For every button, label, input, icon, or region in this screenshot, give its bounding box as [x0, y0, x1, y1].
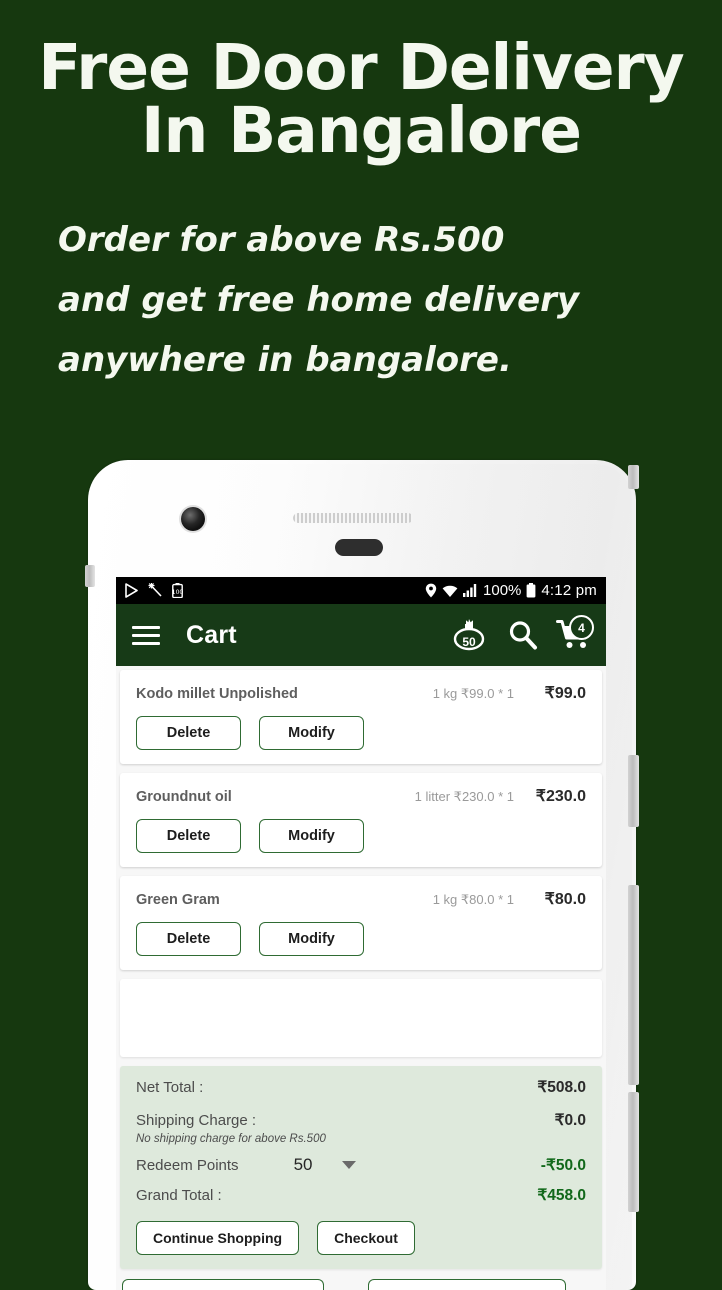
bottom-partial-buttons: [120, 1279, 602, 1290]
promo-subtitle: Order for above Rs.500 and get free home…: [58, 220, 580, 380]
promo-banner: Free Door Delivery In Bangalore Order fo…: [0, 0, 722, 440]
shipping-charge-row: Shipping Charge : ₹0.0: [136, 1111, 586, 1130]
phone-right-lower-button[interactable]: [628, 1092, 639, 1212]
cart-item-name: Kodo millet Unpolished: [136, 686, 298, 702]
shipping-note: No shipping charge for above Rs.500: [136, 1133, 326, 1145]
bottom-button-right[interactable]: [368, 1279, 566, 1290]
battery-saver-icon: 100: [172, 583, 183, 598]
phone-screen: 100 100% 4:12 pm Cart 50 4 Kodo millet U…: [116, 577, 606, 1290]
continue-shopping-button[interactable]: Continue Shopping: [136, 1221, 300, 1255]
app-bar: Cart 50 4: [116, 604, 606, 666]
grand-total-label: Grand Total :: [136, 1187, 222, 1204]
battery-icon: [526, 583, 536, 598]
location-pin-icon: [425, 583, 437, 598]
cart-item-quantity: 1 litter ₹230.0 * 1: [414, 789, 514, 804]
modify-button[interactable]: Modify: [259, 716, 364, 750]
redeem-points-value: -₹50.0: [540, 1156, 586, 1174]
cart-item-price: ₹99.0: [544, 685, 586, 702]
hamburger-menu-icon[interactable]: [132, 625, 160, 645]
cart-item-row: Green Gram 1 kg ₹80.0 * 1 ₹80.0 Delete M…: [120, 876, 602, 970]
delete-button[interactable]: Delete: [136, 716, 241, 750]
chevron-down-icon: [342, 1161, 357, 1169]
net-total-row: Net Total : ₹508.0: [136, 1078, 586, 1097]
empty-card-placeholder: [120, 979, 602, 1057]
phone-left-button[interactable]: [85, 565, 95, 587]
cart-item-quantity: 1 kg ₹99.0 * 1: [432, 686, 514, 701]
front-camera-icon: [181, 507, 205, 531]
reward-points-value: 50: [462, 635, 476, 649]
cart-item-price: ₹230.0: [535, 788, 586, 805]
phone-right-top-button[interactable]: [628, 465, 639, 489]
delete-button[interactable]: Delete: [136, 819, 241, 853]
modify-button[interactable]: Modify: [259, 819, 364, 853]
checkout-button[interactable]: Checkout: [317, 1221, 415, 1255]
grand-total-value: ₹458.0: [537, 1187, 586, 1204]
cart-item-name: Green Gram: [136, 892, 220, 908]
search-icon[interactable]: [507, 619, 539, 651]
cart-item-row: Kodo millet Unpolished 1 kg ₹99.0 * 1 ₹9…: [120, 670, 602, 764]
earpiece-speaker: [293, 513, 413, 523]
cart-item-name: Groundnut oil: [136, 789, 232, 805]
magic-wand-icon: [148, 583, 163, 598]
shopping-cart-icon[interactable]: 4: [556, 615, 594, 652]
cart-item-price: ₹80.0: [544, 891, 586, 908]
redeem-points-row: Redeem Points 50 -₹50.0: [136, 1155, 586, 1175]
redeem-points-dropdown[interactable]: 50: [294, 1155, 357, 1175]
phone-power-button[interactable]: [628, 885, 639, 1085]
grand-total-row: Grand Total : ₹458.0: [136, 1186, 586, 1205]
cart-item-quantity: 1 kg ₹80.0 * 1: [432, 892, 514, 907]
phone-mockup: 100 100% 4:12 pm Cart 50 4 Kodo millet U…: [85, 460, 639, 1290]
net-total-label: Net Total :: [136, 1079, 204, 1096]
bottom-button-left[interactable]: [122, 1279, 324, 1290]
signal-bars-icon: [463, 584, 478, 597]
delete-button[interactable]: Delete: [136, 922, 241, 956]
cart-scroll-area[interactable]: Kodo millet Unpolished 1 kg ₹99.0 * 1 ₹9…: [116, 666, 606, 1290]
clock-label: 4:12 pm: [541, 582, 597, 599]
shipping-charge-value: ₹0.0: [554, 1112, 586, 1129]
redeem-points-label: Redeem Points: [136, 1156, 239, 1174]
reward-points-button[interactable]: 50: [448, 616, 490, 654]
order-summary-panel: Net Total : ₹508.0 Shipping Charge : ₹0.…: [120, 1066, 602, 1269]
modify-button[interactable]: Modify: [259, 922, 364, 956]
cart-item-row: Groundnut oil 1 litter ₹230.0 * 1 ₹230.0…: [120, 773, 602, 867]
phone-volume-button[interactable]: [628, 755, 639, 827]
proximity-sensor: [335, 539, 383, 556]
svg-text:100: 100: [172, 589, 183, 596]
redeem-points-selected: 50: [293, 1155, 313, 1174]
play-store-icon: [125, 583, 139, 598]
promo-title: Free Door Delivery In Bangalore: [38, 31, 684, 167]
net-total-value: ₹508.0: [537, 1079, 586, 1096]
battery-percent-label: 100%: [483, 582, 522, 599]
status-bar: 100 100% 4:12 pm: [116, 577, 606, 604]
cart-badge: 4: [569, 615, 594, 640]
shipping-charge-label: Shipping Charge :: [136, 1112, 257, 1129]
wifi-icon: [442, 584, 458, 598]
page-title: Cart: [186, 620, 237, 649]
